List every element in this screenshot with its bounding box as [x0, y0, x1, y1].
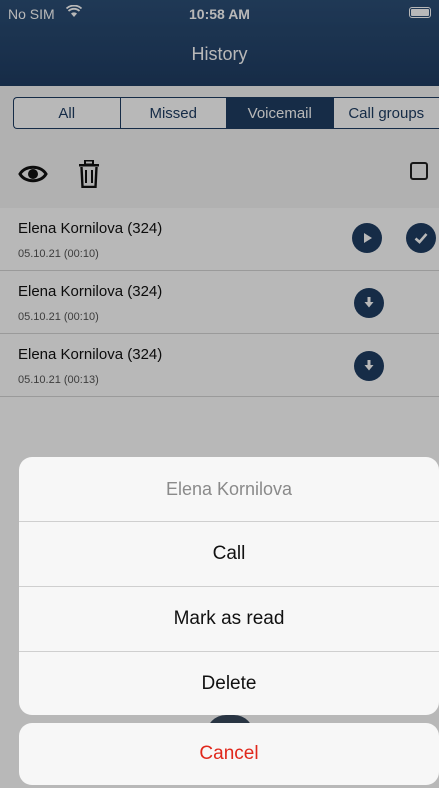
delete-button[interactable]: Delete — [19, 651, 439, 715]
mark-as-read-button[interactable]: Mark as read — [19, 586, 439, 651]
action-sheet: Elena Kornilova Call Mark as read Delete — [19, 457, 439, 715]
cancel-button[interactable]: Cancel — [19, 723, 439, 785]
call-button[interactable]: Call — [19, 521, 439, 586]
action-sheet-title: Elena Kornilova — [165, 478, 293, 499]
